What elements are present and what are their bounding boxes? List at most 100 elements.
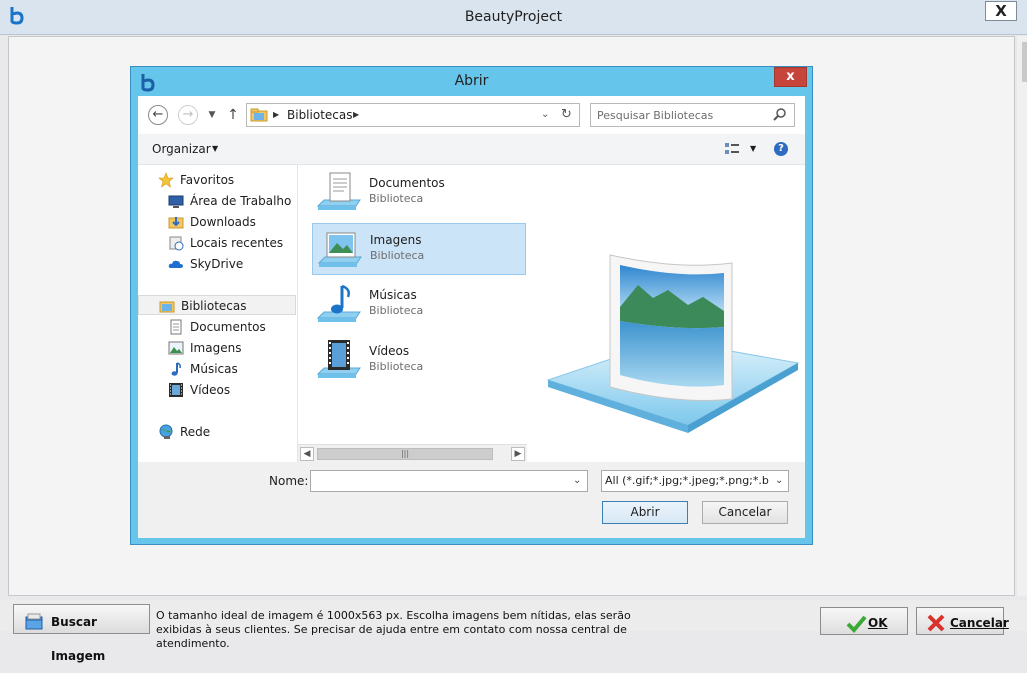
scroll-left-arrow-icon[interactable]: ◀	[300, 447, 314, 461]
tree-videos[interactable]: Vídeos	[168, 380, 293, 400]
cloud-icon	[168, 260, 183, 268]
desktop-icon	[168, 195, 184, 208]
horizontal-scrollbar[interactable]: ◀ ||| ▶	[298, 444, 527, 463]
open-folder-icon	[25, 613, 43, 630]
dialog-cancel-button[interactable]: Cancelar	[702, 501, 788, 524]
ok-label: OK	[868, 616, 888, 630]
view-options-icon[interactable]	[724, 142, 740, 156]
file-name-label: Nome:	[269, 474, 309, 488]
file-name: Imagens	[370, 233, 422, 247]
breadcrumb-libraries[interactable]: Bibliotecas	[287, 104, 352, 126]
open-file-dialog: Abrir x ← → ▼ ↑ ▶ Bibliotecas ▶ ⌄ ↻ Pesq…	[130, 66, 813, 545]
tree-desktop-label: Área de Trabalho	[190, 194, 292, 208]
forward-arrow-icon[interactable]: →	[178, 105, 198, 125]
search-image-label: Buscar Imagem	[51, 615, 106, 663]
app-close-button[interactable]: X	[985, 1, 1017, 21]
documents-library-icon	[316, 172, 361, 210]
file-type: Biblioteca	[369, 360, 424, 373]
organize-caret-icon[interactable]: ▼	[212, 134, 218, 164]
refresh-icon[interactable]: ↻	[561, 104, 572, 126]
tree-favorites-label: Favoritos	[180, 173, 235, 187]
tree-music[interactable]: Músicas	[168, 359, 293, 379]
library-folder-icon	[159, 301, 175, 313]
main-titlebar: BeautyProject X	[0, 0, 1027, 35]
file-type: Biblioteca	[369, 304, 424, 317]
tree-libraries-label: Bibliotecas	[181, 299, 247, 313]
dialog-footer: Nome: ⌄ All (*.gif;*.jpg;*.jpeg;*.png;*.…	[138, 462, 805, 538]
navigation-bar: ← → ▼ ↑ ▶ Bibliotecas ▶ ⌄ ↻	[138, 96, 805, 134]
breadcrumb-arrow-icon[interactable]: ▶	[353, 104, 359, 126]
file-type-filter-value: All (*.gif;*.jpg;*.jpeg;*.png;*.bmp)	[605, 474, 769, 487]
file-name: Documentos	[369, 176, 445, 190]
search-image-button[interactable]: Buscar Imagem	[13, 604, 150, 663]
navigation-pane: Favoritos Área de Trabalho Downloads Loc…	[138, 165, 298, 462]
file-item-videos[interactable]: Vídeos Biblioteca	[312, 335, 526, 387]
network-globe-icon	[159, 424, 173, 439]
back-arrow-icon[interactable]: ←	[148, 105, 168, 125]
dialog-title: Abrir	[454, 73, 489, 89]
tree-downloads-label: Downloads	[190, 215, 256, 229]
file-item-images[interactable]: Imagens Biblioteca	[312, 223, 526, 275]
command-bar: Organizar ▼ ▼ ?	[138, 134, 805, 165]
help-icon[interactable]: ?	[774, 142, 788, 156]
view-caret-icon[interactable]: ▼	[750, 134, 756, 164]
tree-skydrive[interactable]: SkyDrive	[168, 254, 293, 274]
search-input[interactable]	[597, 106, 767, 124]
image-size-hint: O tamanho ideal de imagem é 1000x563 px.…	[156, 609, 631, 650]
file-type-filter[interactable]: All (*.gif;*.jpg;*.jpeg;*.png;*.bmp) ⌄	[601, 470, 789, 492]
downloads-folder-icon	[168, 217, 184, 229]
file-type: Biblioteca	[369, 192, 424, 205]
file-name-combobox[interactable]: ⌄	[310, 470, 588, 492]
picture-icon	[168, 341, 184, 355]
cancel-label: Cancelar	[950, 616, 1009, 630]
scrollbar-thumb[interactable]	[1022, 42, 1027, 82]
tree-videos-label: Vídeos	[190, 383, 231, 397]
music-library-icon	[316, 284, 361, 322]
breadcrumb-arrow-icon[interactable]: ▶	[273, 104, 279, 126]
recent-locations-dropdown-icon[interactable]: ▼	[206, 105, 218, 125]
file-item-documents[interactable]: Documentos Biblioteca	[312, 167, 526, 219]
address-dropdown-icon[interactable]: ⌄	[541, 104, 549, 126]
tree-images[interactable]: Imagens	[168, 338, 293, 358]
right-edge	[1017, 36, 1027, 596]
file-name: Vídeos	[369, 344, 410, 358]
videos-library-icon	[316, 340, 361, 378]
up-arrow-icon[interactable]: ↑	[226, 105, 240, 125]
recent-places-icon	[169, 236, 184, 251]
file-name-input[interactable]	[313, 472, 563, 490]
organize-menu[interactable]: Organizar	[152, 134, 211, 164]
file-list: Documentos Biblioteca Imagens Biblioteca	[298, 165, 527, 444]
tree-images-label: Imagens	[190, 341, 242, 355]
tree-libraries[interactable]: Bibliotecas	[138, 295, 296, 315]
search-box[interactable]	[590, 103, 795, 127]
tree-recent-places[interactable]: Locais recentes	[168, 233, 293, 253]
tree-music-label: Músicas	[190, 362, 238, 376]
library-folder-icon	[250, 108, 268, 122]
tree-recent-places-label: Locais recentes	[190, 236, 284, 250]
dialog-body: ← → ▼ ↑ ▶ Bibliotecas ▶ ⌄ ↻ Pesquisar Bi…	[138, 96, 805, 538]
images-library-preview-icon	[546, 254, 800, 433]
tree-skydrive-label: SkyDrive	[190, 257, 244, 271]
address-bar[interactable]: ▶ Bibliotecas ▶ ⌄ ↻	[246, 103, 580, 127]
file-name-dropdown-icon[interactable]: ⌄	[573, 471, 581, 491]
file-name: Músicas	[369, 288, 417, 302]
scroll-right-arrow-icon[interactable]: ▶	[511, 447, 525, 461]
tree-network[interactable]: Rede	[158, 422, 288, 442]
file-type: Biblioteca	[370, 249, 425, 262]
document-icon	[170, 319, 182, 335]
scrollbar-thumb[interactable]: |||	[317, 448, 493, 460]
search-icon	[773, 108, 786, 121]
dialog-close-button[interactable]: x	[774, 67, 807, 87]
film-icon	[169, 383, 183, 397]
tree-desktop[interactable]: Área de Trabalho	[168, 191, 293, 211]
filter-dropdown-icon[interactable]: ⌄	[775, 471, 783, 491]
tree-downloads[interactable]: Downloads	[168, 212, 293, 232]
music-note-icon	[171, 362, 181, 376]
tree-documents[interactable]: Documentos	[168, 317, 293, 337]
tree-network-label: Rede	[180, 425, 211, 439]
tree-favorites[interactable]: Favoritos	[158, 170, 288, 190]
file-item-music[interactable]: Músicas Biblioteca	[312, 279, 526, 331]
open-button[interactable]: Abrir	[602, 501, 688, 524]
star-icon	[158, 172, 174, 188]
tree-documents-label: Documentos	[190, 320, 266, 334]
